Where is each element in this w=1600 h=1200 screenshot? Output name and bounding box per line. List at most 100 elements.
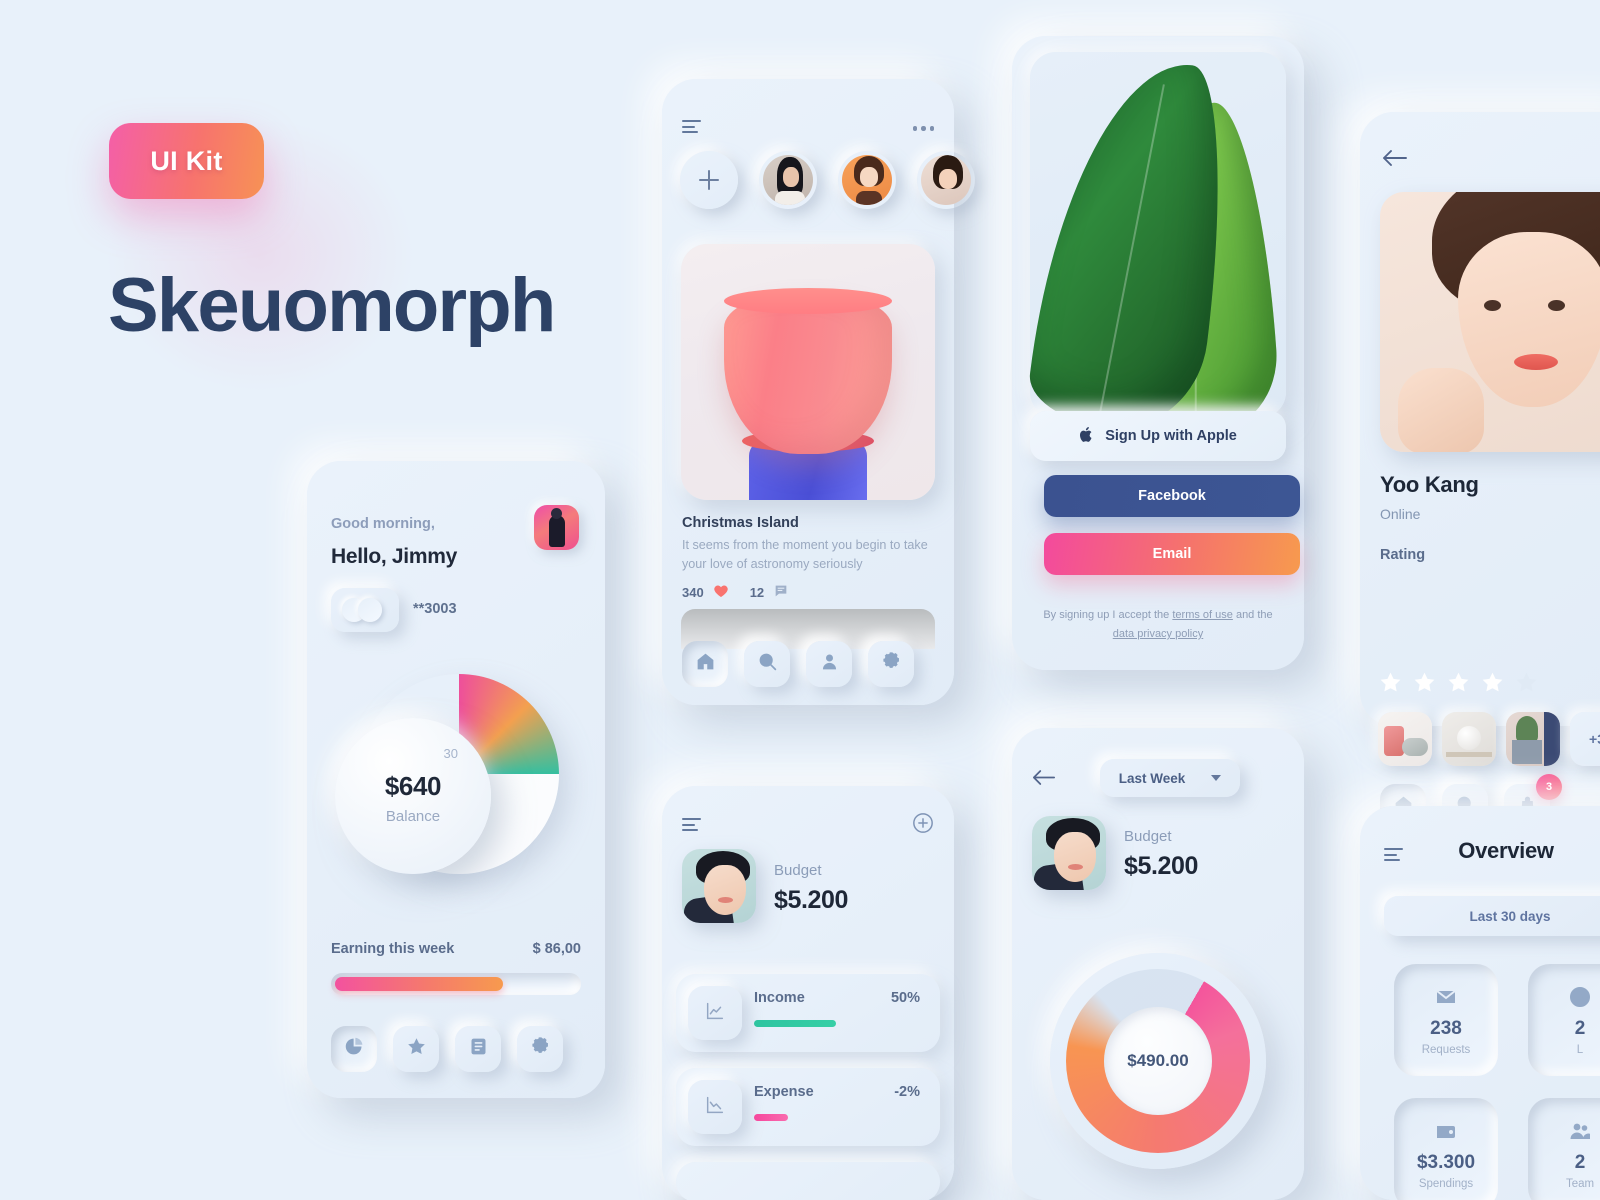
star-icon <box>406 1036 427 1062</box>
income-value: 50% <box>890 990 920 1006</box>
profile-status: Online <box>1380 506 1421 522</box>
earning-progress-fill <box>335 977 503 991</box>
privacy-policy-link[interactable]: data privacy policy <box>1113 628 1204 640</box>
donut-center-value: $490.00 <box>1104 1007 1212 1115</box>
signup-apple-button[interactable]: Sign Up with Apple <box>1030 411 1286 461</box>
signup-facebook-button[interactable]: Facebook <box>1044 475 1300 517</box>
gallery-item[interactable] <box>1442 712 1496 766</box>
stat-requests[interactable]: 238 Requests <box>1394 964 1498 1076</box>
stat-requests-caption: Requests <box>1421 1043 1471 1056</box>
nav-profile[interactable] <box>806 641 852 687</box>
more-icon[interactable] <box>912 126 934 131</box>
rating-label: Rating <box>1380 547 1426 563</box>
nav-home[interactable] <box>682 641 728 687</box>
spending-donut-chart: $490.00 <box>1050 953 1266 1169</box>
post-title: Christmas Island <box>682 515 799 531</box>
star-empty-icon[interactable] <box>1514 670 1539 695</box>
story-avatar[interactable] <box>838 151 896 209</box>
chevron-down-icon <box>1211 775 1222 781</box>
document-icon <box>468 1036 489 1062</box>
nav-search[interactable] <box>744 641 790 687</box>
balance-gauge: 30 $640 Balance <box>335 674 559 874</box>
gear-icon <box>530 1036 551 1062</box>
gallery-more-button[interactable]: +3 <box>1570 712 1600 766</box>
star-filled-icon[interactable] <box>1446 670 1471 695</box>
ui-kit-stage: UI Kit Skeuomorph Good morning, Hello, J… <box>0 0 1600 1200</box>
stat-team[interactable]: 2 Team <box>1528 1098 1600 1200</box>
add-story-button[interactable] <box>680 151 738 209</box>
profile-name: Yoo Kang <box>1380 472 1479 497</box>
balance-card: Good morning, Hello, Jimmy **3003 30 $64… <box>307 461 605 1098</box>
gear-icon <box>881 651 902 677</box>
nav-settings[interactable] <box>517 1026 563 1072</box>
ui-kit-badge: UI Kit <box>109 123 264 199</box>
spending-avatar[interactable] <box>1032 816 1106 890</box>
signup-email-button[interactable]: Email <box>1044 533 1300 575</box>
story-avatar[interactable] <box>917 151 975 209</box>
terms-of-use-link[interactable]: terms of use <box>1172 609 1233 621</box>
card-chip[interactable] <box>331 588 399 632</box>
post-body: It seems from the moment you begin to ta… <box>682 538 928 571</box>
stat-second[interactable]: 2 L <box>1528 964 1600 1076</box>
story-photo <box>763 155 813 205</box>
profile-photo[interactable] <box>1380 192 1600 452</box>
star-filled-icon[interactable] <box>1480 670 1505 695</box>
mail-icon <box>1434 985 1458 1014</box>
earning-label: Earning this week <box>331 941 455 957</box>
menu-icon[interactable] <box>682 818 701 832</box>
profile-lips <box>1514 354 1558 370</box>
card-number: **3003 <box>413 601 457 617</box>
week-range-select[interactable]: Last Week <box>1100 759 1240 797</box>
apple-icon <box>1079 426 1094 447</box>
chart-down-icon-box <box>688 1080 742 1134</box>
gauge-tick-label: 30 <box>443 746 458 761</box>
spending-budget-label: Budget <box>1124 828 1172 845</box>
signup-card: Sign Up with Apple Facebook Email By sig… <box>1012 36 1304 670</box>
plus-icon <box>699 170 719 190</box>
nav-pie-chart[interactable] <box>331 1026 377 1072</box>
nav-settings[interactable] <box>868 641 914 687</box>
story-photo <box>921 155 971 205</box>
home-icon <box>695 651 716 677</box>
nav-star[interactable] <box>393 1026 439 1072</box>
stat-second-caption: L <box>1576 1043 1584 1056</box>
terms-mid: and the <box>1232 609 1273 621</box>
next-row[interactable] <box>676 1162 940 1200</box>
vase-body <box>724 292 892 454</box>
profile-card: Yoo Kang Online Rating +3 <box>1360 112 1600 830</box>
story-avatar[interactable] <box>759 151 817 209</box>
gauge-hub: 30 $640 Balance <box>335 718 491 874</box>
budget-value: $5.200 <box>774 886 849 914</box>
gallery-item[interactable] <box>1506 712 1560 766</box>
stat-team-caption: Team <box>1565 1177 1595 1190</box>
income-bar <box>754 1020 836 1027</box>
chart-down-icon <box>704 1094 726 1121</box>
post-image[interactable] <box>681 244 935 500</box>
search-icon <box>757 651 778 677</box>
budget-avatar[interactable] <box>682 849 756 923</box>
star-filled-icon[interactable] <box>1412 670 1437 695</box>
income-row[interactable]: Income 50% <box>676 974 940 1052</box>
avatar[interactable] <box>534 505 579 550</box>
vase-rim <box>724 288 892 314</box>
comment-icon[interactable] <box>773 583 789 602</box>
like-count: 340 <box>682 585 704 600</box>
balance-amount: $640 <box>384 771 442 801</box>
overview-range-select[interactable]: Last 30 days <box>1384 896 1600 936</box>
star-filled-icon[interactable] <box>1378 670 1403 695</box>
greeting-small: Good morning, <box>331 516 435 532</box>
menu-icon[interactable] <box>682 120 701 134</box>
heart-icon[interactable] <box>713 583 729 602</box>
gallery-item[interactable] <box>1378 712 1432 766</box>
stat-spendings-value: $3.300 <box>1416 1151 1476 1173</box>
add-circle-icon[interactable] <box>912 812 934 839</box>
earning-value: $ 86,00 <box>532 941 581 957</box>
stat-spendings[interactable]: $3.300 Spendings <box>1394 1098 1498 1200</box>
back-arrow-icon[interactable] <box>1382 148 1408 173</box>
back-arrow-icon[interactable] <box>1032 768 1056 792</box>
nav-document[interactable] <box>455 1026 501 1072</box>
overview-title: Overview <box>1458 838 1554 863</box>
story-row <box>680 151 975 209</box>
expense-row[interactable]: Expense -2% <box>676 1068 940 1146</box>
greeting-name: Hello, Jimmy <box>331 545 457 568</box>
